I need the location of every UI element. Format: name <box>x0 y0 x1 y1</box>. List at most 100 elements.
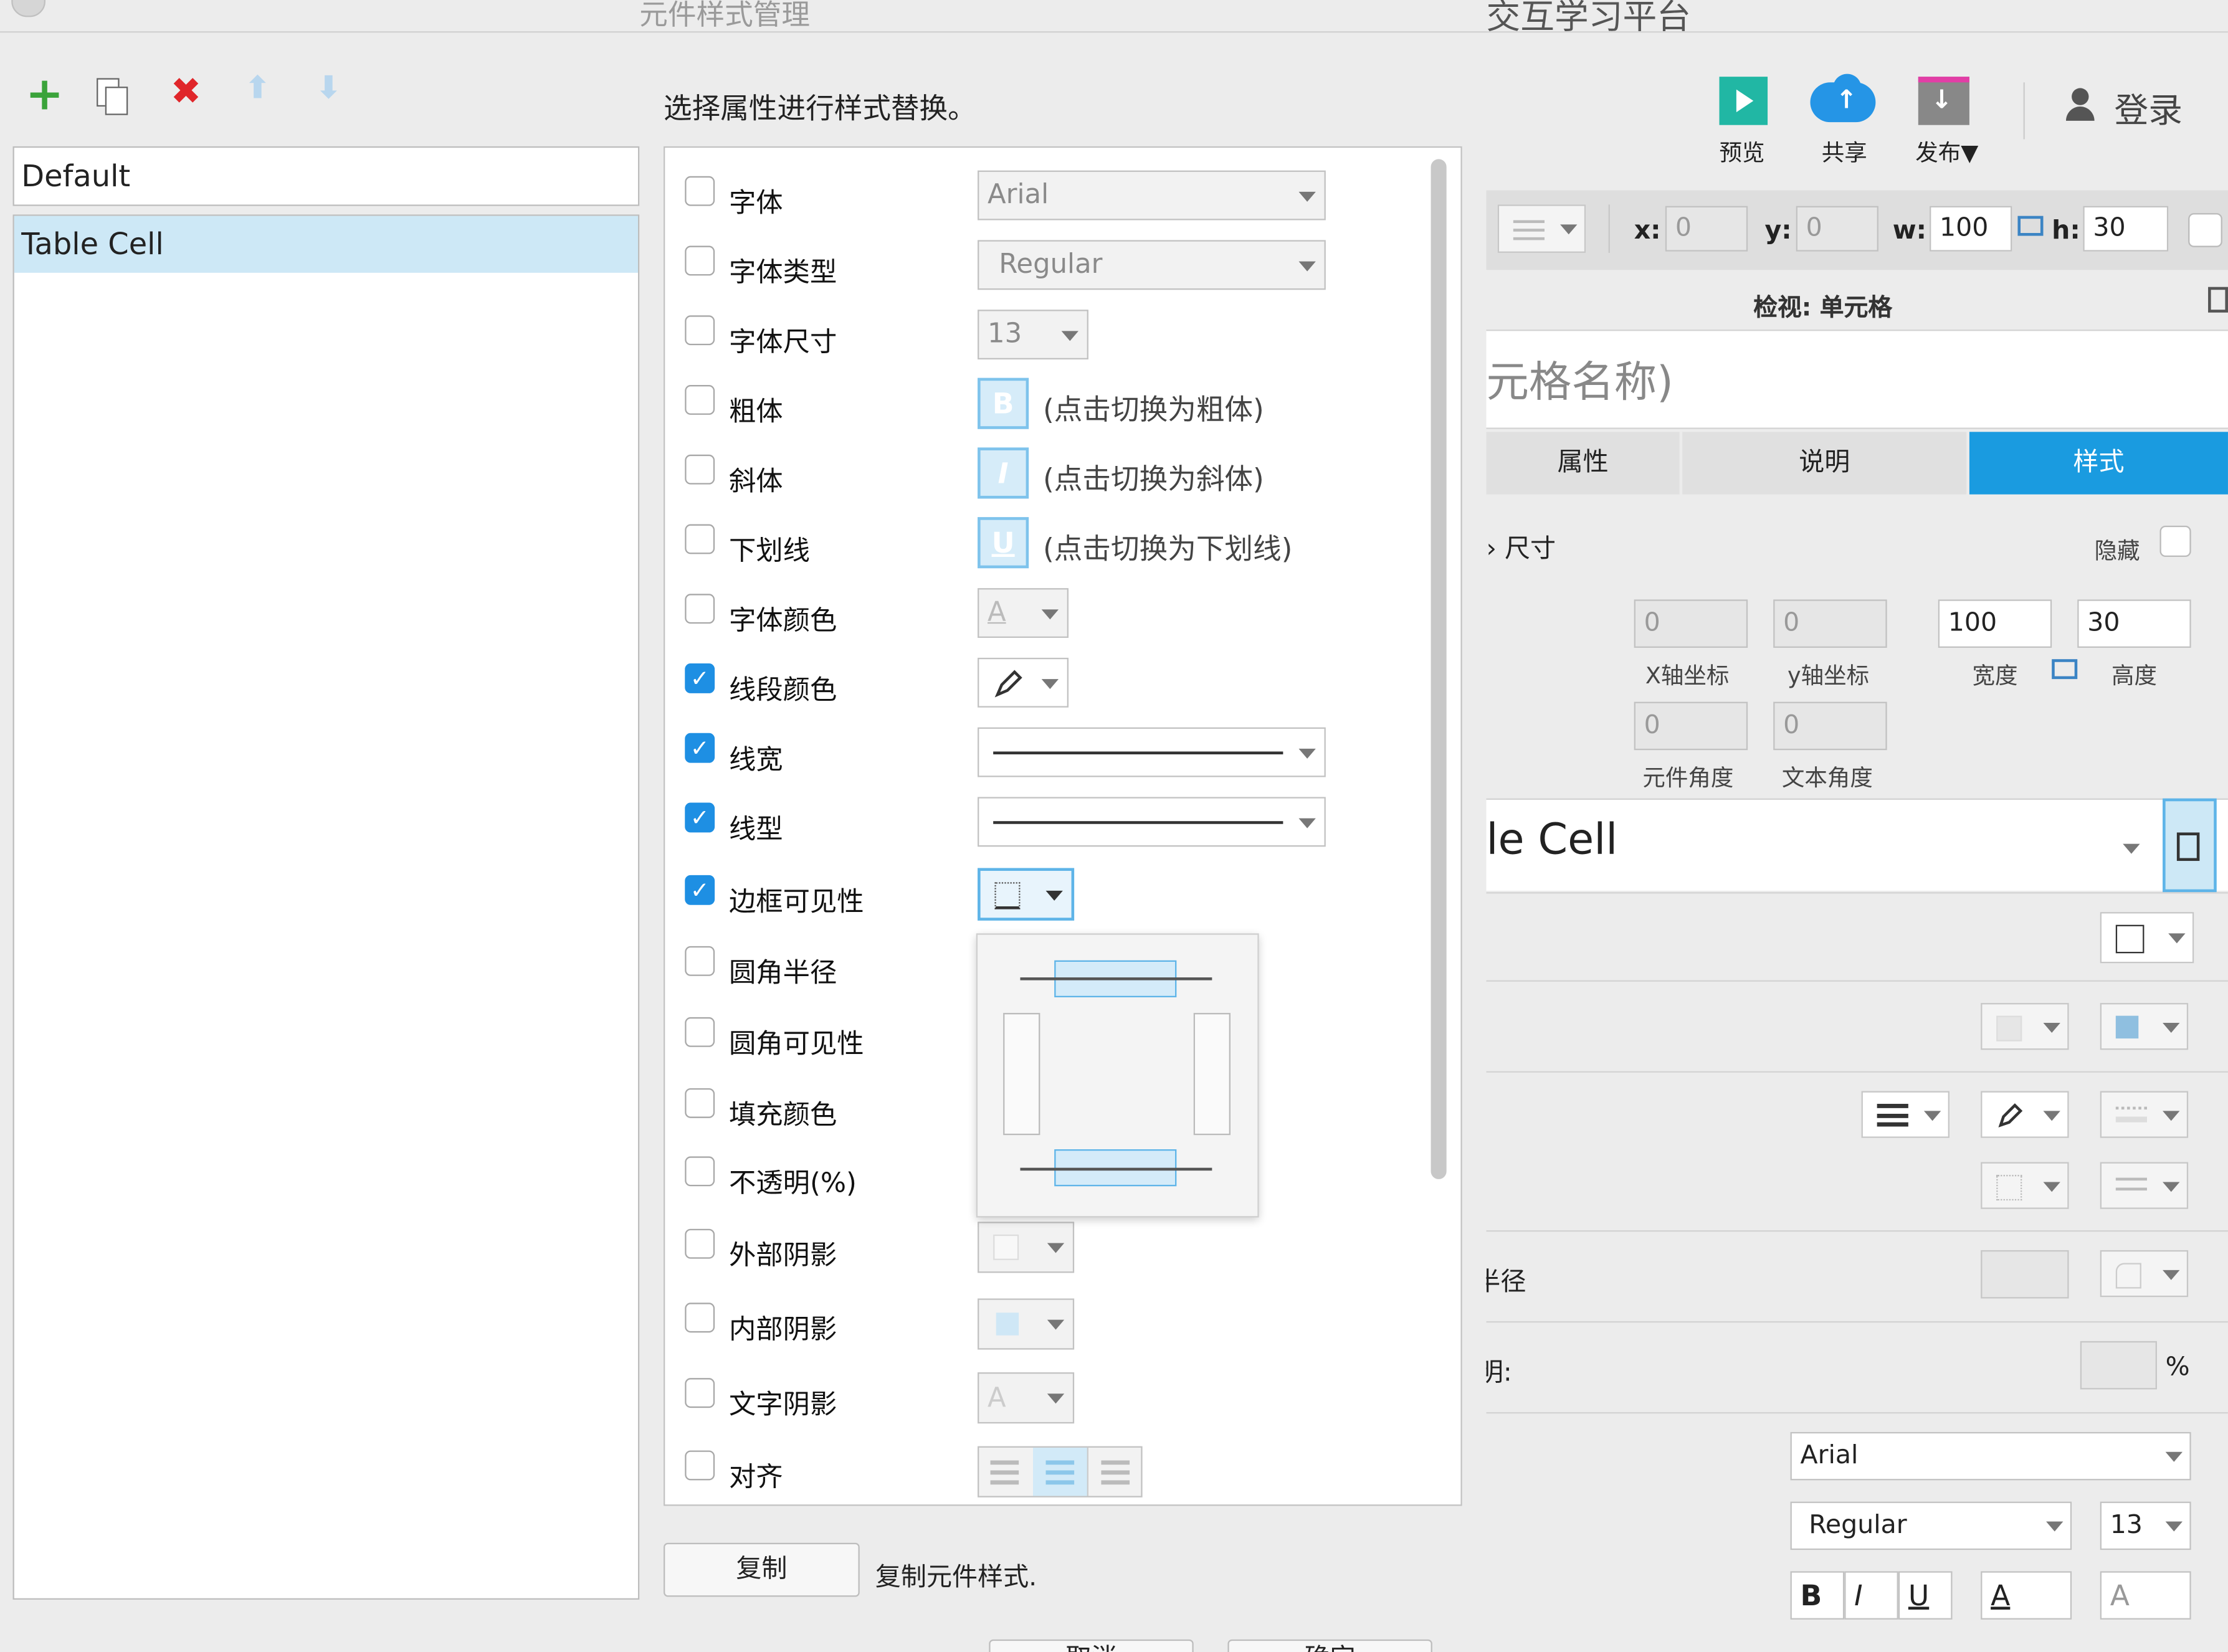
tab-style[interactable]: 样式 <box>1969 432 2228 495</box>
add-style-button[interactable]: + <box>26 71 64 116</box>
font-family-select[interactable]: Arial <box>1790 1431 2191 1481</box>
line-style-select[interactable] <box>978 797 1326 847</box>
width-field[interactable]: 100 <box>1938 599 2052 648</box>
alignment-group[interactable] <box>978 1446 1143 1498</box>
property-checkbox[interactable] <box>685 594 715 624</box>
hidden-checkbox[interactable] <box>2159 525 2191 557</box>
property-checkbox[interactable]: ✓ <box>685 663 715 693</box>
left-border-toggle[interactable] <box>1003 1013 1040 1136</box>
login-button[interactable]: 登录 <box>2065 82 2208 133</box>
fill-color-dropdown[interactable] <box>2100 1003 2189 1050</box>
property-checkbox[interactable] <box>685 454 715 485</box>
delete-style-button[interactable]: ✖ <box>171 74 202 111</box>
edit-style-button[interactable] <box>2163 798 2217 893</box>
w-input[interactable]: 100 <box>1930 206 2012 252</box>
bold-button[interactable]: B <box>1790 1571 1845 1620</box>
lock-ratio-icon[interactable] <box>2017 216 2044 236</box>
copy-style-button[interactable]: 复制 <box>664 1542 860 1597</box>
property-checkbox[interactable] <box>685 1378 715 1408</box>
tab-properties[interactable]: 属性 <box>1486 432 1680 495</box>
default-style-item[interactable]: Default <box>12 146 640 206</box>
property-checkbox[interactable]: ✓ <box>685 733 715 763</box>
text-angle-field[interactable]: 0 <box>1773 701 1887 751</box>
ok-button[interactable]: 确定 <box>1227 1639 1432 1652</box>
line-color-picker[interactable] <box>978 657 1069 708</box>
align-right-icon[interactable] <box>1088 1448 1143 1496</box>
corner-visibility-dropdown[interactable] <box>2100 1250 2189 1298</box>
property-label: 圆角半径 <box>728 957 837 989</box>
angle-field[interactable]: 0 <box>1634 701 1748 751</box>
right-border-toggle[interactable] <box>1193 1013 1231 1136</box>
property-checkbox[interactable] <box>685 1303 715 1333</box>
hidden-toggle-checkbox[interactable] <box>2188 213 2222 247</box>
line-color-dropdown[interactable] <box>1981 1091 2069 1138</box>
tab-notes[interactable]: 说明 <box>1682 432 1967 495</box>
italic-toggle[interactable]: I <box>978 447 1029 499</box>
font-color-button[interactable]: A <box>1981 1571 2072 1620</box>
style-name-select[interactable]: le Cell <box>1487 815 1618 865</box>
opacity-field[interactable] <box>2080 1341 2157 1390</box>
property-checkbox[interactable]: ✓ <box>685 875 715 905</box>
align-left-icon[interactable] <box>979 1447 1035 1496</box>
inspect-title: 检视: 单元格 <box>1753 294 1893 323</box>
align-dropdown[interactable] <box>1497 204 1586 253</box>
cancel-button[interactable]: 取消 <box>989 1639 1194 1652</box>
property-checkbox[interactable] <box>685 1156 715 1187</box>
radius-field[interactable] <box>1981 1250 2069 1299</box>
share-button[interactable]: ↑ 共享 <box>1810 74 1910 166</box>
move-up-icon[interactable]: ⬆ <box>244 73 270 105</box>
property-checkbox[interactable] <box>685 1088 715 1118</box>
property-checkbox[interactable] <box>685 176 715 206</box>
h-input[interactable]: 30 <box>2083 206 2169 252</box>
x-coord-field[interactable]: 0 <box>1634 599 1748 648</box>
property-checkbox[interactable] <box>685 385 715 415</box>
height-field[interactable]: 30 <box>2077 599 2191 648</box>
expand-panel-icon[interactable] <box>2208 287 2228 313</box>
text-shadow-button[interactable]: A <box>2100 1571 2191 1620</box>
y-coord-field[interactable]: 0 <box>1773 599 1887 648</box>
property-checkbox[interactable] <box>685 946 715 976</box>
preview-button[interactable]: 预览 <box>1713 74 1813 166</box>
border-visibility-dropdown[interactable] <box>1981 1162 2069 1209</box>
x-input[interactable]: 0 <box>1665 206 1748 252</box>
style-name-caret[interactable] <box>2123 843 2140 854</box>
property-scrollbar[interactable] <box>1431 159 1447 1179</box>
line-weight-dropdown[interactable] <box>1861 1091 1950 1138</box>
font-color-picker[interactable]: A <box>978 588 1069 638</box>
property-checkbox[interactable] <box>685 1017 715 1047</box>
y-input[interactable]: 0 <box>1796 206 1878 252</box>
text-shadow-picker[interactable]: A <box>978 1372 1075 1424</box>
outer-shadow-picker[interactable] <box>978 1222 1075 1273</box>
border-style-dropdown[interactable] <box>2100 912 2194 964</box>
inner-shadow-picker[interactable] <box>978 1298 1075 1350</box>
style-list-item-table-cell[interactable]: Table Cell <box>14 216 638 273</box>
bold-toggle[interactable]: B <box>978 377 1029 429</box>
publish-button[interactable]: ↓ 发布▼ <box>1913 74 2026 166</box>
property-checkbox[interactable] <box>685 1450 715 1481</box>
size-section-label[interactable]: › 尺寸 <box>1487 528 1556 565</box>
underline-toggle[interactable]: U <box>978 517 1029 569</box>
line-pattern-dropdown[interactable] <box>2100 1091 2189 1138</box>
font-type-select[interactable]: Regular <box>978 240 1326 290</box>
window-close-button[interactable] <box>11 0 45 17</box>
property-checkbox[interactable] <box>685 315 715 346</box>
move-down-icon[interactable]: ⬇ <box>315 73 341 105</box>
align-center-icon[interactable] <box>1032 1447 1088 1496</box>
property-checkbox[interactable] <box>685 524 715 554</box>
property-checkbox[interactable] <box>685 1228 715 1259</box>
property-checkbox[interactable]: ✓ <box>685 802 715 833</box>
link-size-icon[interactable] <box>2052 659 2078 680</box>
font-size-select[interactable]: 13 <box>978 310 1088 359</box>
font-select[interactable]: Arial <box>978 170 1326 221</box>
property-label: 填充颜色 <box>728 1099 837 1131</box>
line-width-select[interactable] <box>978 727 1326 777</box>
border-visibility-select[interactable] <box>978 868 1075 921</box>
font-type-select-right[interactable]: Regular <box>1790 1501 2072 1550</box>
element-name-field[interactable]: 元格名称) <box>1487 346 1673 409</box>
underline-button[interactable]: U <box>1898 1571 1953 1620</box>
arrow-style-dropdown[interactable] <box>2100 1162 2189 1209</box>
duplicate-style-icon[interactable] <box>97 78 128 115</box>
fill-dropdown[interactable] <box>1981 1003 2069 1050</box>
property-checkbox[interactable] <box>685 245 715 276</box>
italic-button[interactable]: I <box>1844 1571 1898 1620</box>
